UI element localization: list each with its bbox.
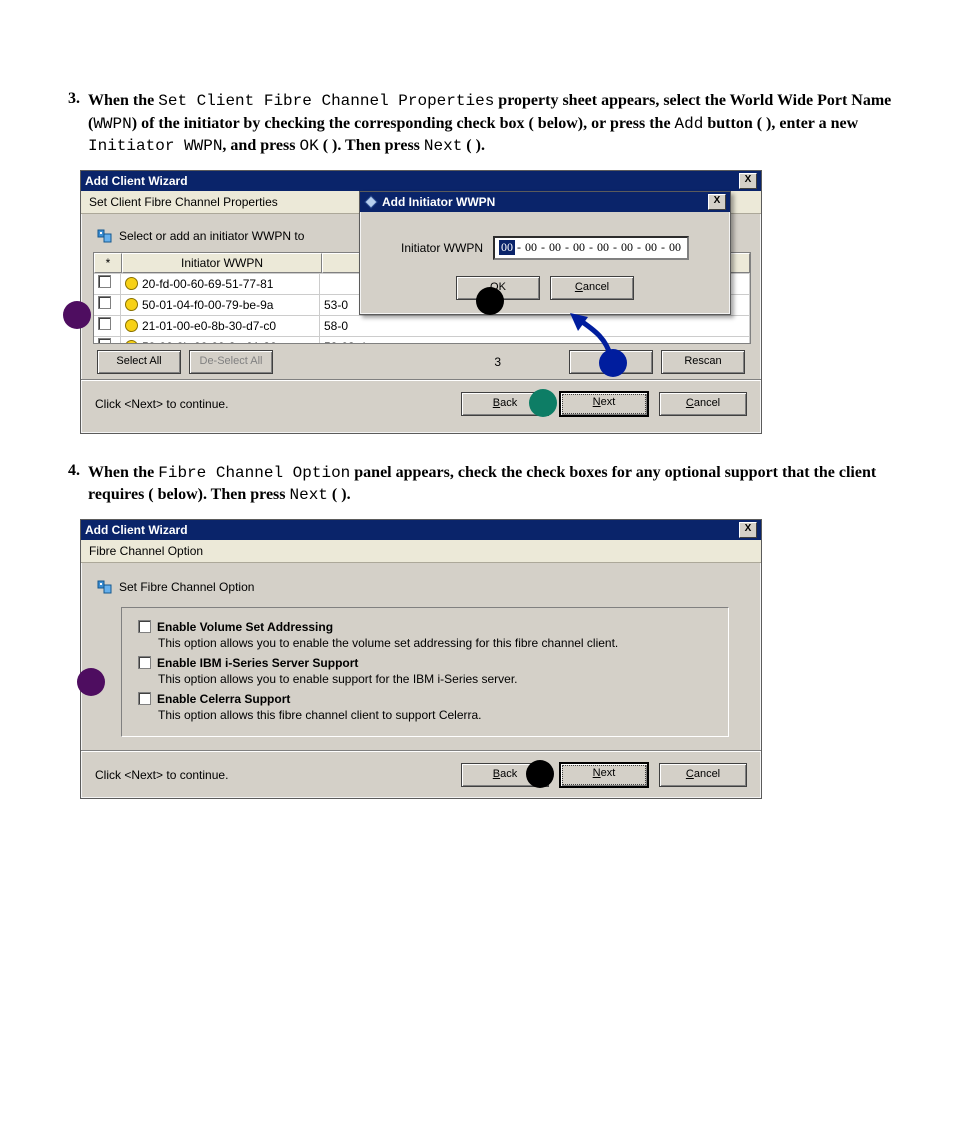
table-row[interactable]: 21-01-00-e0-8b-30-d7-c0 58-0 bbox=[94, 315, 750, 336]
row-checkbox[interactable] bbox=[98, 317, 111, 330]
next-button-2[interactable]: Next bbox=[559, 762, 649, 788]
step-3-body: When the Set Client Fibre Channel Proper… bbox=[88, 90, 904, 158]
option-desc: This option allows you to enable support… bbox=[158, 672, 712, 686]
instruction-text-2: Set Fibre Channel Option bbox=[119, 580, 254, 594]
cancel-button-2[interactable]: Cancel bbox=[659, 763, 747, 787]
footer-hint-2: Click <Next> to continue. bbox=[95, 768, 451, 782]
footer-hint-1: Click <Next> to continue. bbox=[95, 397, 451, 411]
annotation-teal bbox=[529, 389, 557, 417]
step-3-number: 3. bbox=[50, 90, 88, 158]
wizard-icon bbox=[97, 228, 113, 244]
modal-cancel-button[interactable]: Cancel bbox=[550, 276, 634, 300]
instruction-text-1: Select or add an initiator WWPN to bbox=[119, 229, 304, 243]
annotation-purple-1 bbox=[63, 301, 91, 329]
status-dot-icon bbox=[125, 340, 138, 344]
col-wwpn[interactable]: Initiator WWPN bbox=[122, 253, 322, 273]
modal-field-label: Initiator WWPN bbox=[401, 241, 483, 255]
cancel-button-1[interactable]: Cancel bbox=[659, 392, 747, 416]
deselect-all-button[interactable]: De-Select All bbox=[189, 350, 273, 374]
col-star[interactable]: * bbox=[94, 253, 122, 273]
next-button-1[interactable]: Next bbox=[559, 391, 649, 417]
option-desc: This option allows this fibre channel cl… bbox=[158, 708, 712, 722]
status-dot-icon bbox=[125, 277, 138, 290]
step-4-number: 4. bbox=[50, 462, 88, 507]
step-4-text: 4. When the Fibre Channel Option panel a… bbox=[50, 462, 904, 507]
table-button-row: Select All De-Select All 3 Add Rescan bbox=[93, 344, 749, 380]
wizard-icon bbox=[97, 579, 113, 595]
add-initiator-dialog: Add Initiator WWPN X Initiator WWPN 00- … bbox=[359, 191, 731, 315]
row-checkbox[interactable] bbox=[98, 338, 111, 344]
option-label: Enable Celerra Support bbox=[157, 692, 290, 706]
titlebar-2: Add Client Wizard X bbox=[81, 520, 761, 540]
option-label: Enable IBM i-Series Server Support bbox=[157, 656, 358, 670]
row-checkbox[interactable] bbox=[98, 296, 111, 309]
select-all-button[interactable]: Select All bbox=[97, 350, 181, 374]
modal-title-icon bbox=[364, 195, 378, 209]
window-title-2: Add Client Wizard bbox=[85, 520, 739, 540]
window-title-1: Add Client Wizard bbox=[85, 171, 739, 191]
annotation-black-next bbox=[526, 760, 554, 788]
wwpn-input[interactable]: 00- 00- 00- 00- 00- 00- 00- 00 bbox=[493, 236, 689, 260]
option-checkbox[interactable] bbox=[138, 656, 151, 669]
titlebar-1: Add Client Wizard X bbox=[81, 171, 761, 191]
step-3-text: 3. When the Set Client Fibre Channel Pro… bbox=[50, 90, 904, 158]
option-desc: This option allows you to enable the vol… bbox=[158, 636, 712, 650]
wizard-footer-2: Click <Next> to continue. Back Next Canc… bbox=[81, 751, 761, 798]
annotation-purple-2 bbox=[77, 668, 105, 696]
annotation-black-ok bbox=[476, 287, 504, 315]
row-checkbox[interactable] bbox=[98, 275, 111, 288]
wizard-footer-1: Click <Next> to continue. Back Next Canc… bbox=[81, 380, 761, 427]
wizard-window-1: Add Client Wizard X Set Client Fibre Cha… bbox=[80, 170, 762, 434]
wizard-window-2: Add Client Wizard X Fibre Channel Option… bbox=[80, 519, 762, 799]
row-count: 3 bbox=[494, 355, 501, 369]
wizard-subheader-2: Fibre Channel Option bbox=[81, 540, 761, 563]
annotation-navy bbox=[599, 349, 627, 377]
modal-titlebar: Add Initiator WWPN X bbox=[360, 192, 730, 212]
option-label: Enable Volume Set Addressing bbox=[157, 620, 333, 634]
step-4-body: When the Fibre Channel Option panel appe… bbox=[88, 462, 904, 507]
table-row[interactable]: 50-06-0b-00-00-2e-01-30 52-03-dc bbox=[94, 336, 750, 344]
status-dot-icon bbox=[125, 319, 138, 332]
close-button-1[interactable]: X bbox=[739, 173, 757, 189]
modal-close-button[interactable]: X bbox=[708, 194, 726, 210]
instruction-row-2: Set Fibre Channel Option bbox=[93, 575, 749, 603]
modal-title: Add Initiator WWPN bbox=[382, 192, 708, 212]
rescan-button[interactable]: Rescan bbox=[661, 350, 745, 374]
close-button-2[interactable]: X bbox=[739, 522, 757, 538]
option-checkbox[interactable] bbox=[138, 692, 151, 705]
option-checkbox[interactable] bbox=[138, 620, 151, 633]
status-dot-icon bbox=[125, 298, 138, 311]
options-group: Enable Volume Set Addressing This option… bbox=[121, 607, 729, 737]
